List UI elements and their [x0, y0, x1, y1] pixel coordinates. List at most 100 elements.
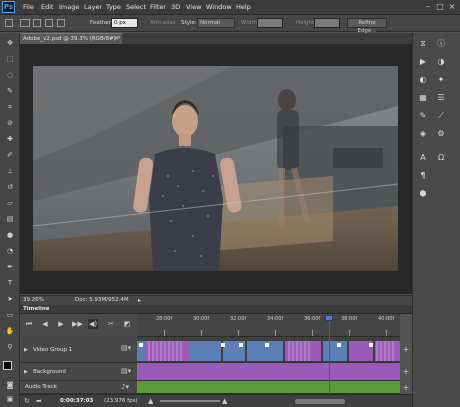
- foreground-color-swatch[interactable]: [3, 361, 12, 370]
- zoom-out-timeline-icon[interactable]: ▲: [148, 397, 153, 405]
- character-panel-icon[interactable]: A: [418, 153, 428, 163]
- go-to-first-frame-icon[interactable]: ⏮: [24, 319, 34, 329]
- close-icon[interactable]: ×: [448, 3, 456, 11]
- menu-edit[interactable]: Edit: [41, 3, 54, 11]
- render-video-icon[interactable]: ➦: [36, 397, 42, 405]
- track-header-video-group[interactable]: ▶ Video Group 1 ▤▾: [20, 337, 137, 363]
- screen-mode-icon[interactable]: ▣: [5, 395, 15, 404]
- convert-timeline-icon[interactable]: ↻: [24, 397, 30, 405]
- actions-panel-icon[interactable]: ▶: [418, 57, 428, 67]
- music-note-icon[interactable]: ♪▾: [121, 383, 129, 391]
- new-selection-icon[interactable]: [20, 19, 30, 27]
- feather-input[interactable]: 0 px: [111, 18, 138, 28]
- timeline-ruler[interactable]: 28:00f 30:00f 32:00f 34:00f 36:00f 38:00…: [137, 314, 400, 337]
- timeline-scrollbar[interactable]: [295, 399, 345, 404]
- zoom-level[interactable]: 39.26%: [23, 297, 44, 303]
- expand-arrow-icon[interactable]: ▶: [24, 369, 28, 375]
- menu-filter[interactable]: Filter: [150, 3, 166, 11]
- audio-toggle-icon[interactable]: ◀): [88, 319, 98, 329]
- 3d-panel-icon[interactable]: ⬢: [418, 189, 428, 199]
- quick-mask-icon[interactable]: ◙: [5, 381, 15, 390]
- transition-icon[interactable]: ◩: [122, 319, 132, 329]
- refine-edge-button[interactable]: Refine Edge...: [347, 18, 387, 34]
- maximize-icon[interactable]: □: [436, 3, 444, 11]
- info-panel-icon[interactable]: ⓘ: [436, 39, 446, 49]
- track-lane-video-group[interactable]: [137, 337, 400, 363]
- track-header-audio[interactable]: Audio Track ♪▾: [20, 381, 137, 394]
- zoom-in-timeline-icon[interactable]: ▲: [222, 397, 227, 405]
- next-frame-icon[interactable]: ▶▶: [72, 319, 83, 329]
- intersect-selection-icon[interactable]: [57, 19, 65, 27]
- styles-panel-icon[interactable]: ✦: [436, 75, 446, 85]
- eraser-tool-icon[interactable]: ▱: [5, 199, 15, 208]
- playhead-handle[interactable]: [325, 315, 333, 321]
- previous-frame-icon[interactable]: ◀: [40, 319, 50, 329]
- channels-panel-icon[interactable]: ☰: [436, 93, 446, 103]
- brush-tool-icon[interactable]: ✐: [5, 151, 15, 160]
- menu-type[interactable]: Type: [106, 3, 121, 11]
- swatches-panel-icon[interactable]: ▦: [418, 93, 428, 103]
- timeline-zoom-slider[interactable]: [160, 400, 220, 402]
- minimize-icon[interactable]: –: [424, 3, 432, 11]
- menu-image[interactable]: Image: [59, 3, 79, 11]
- menu-file[interactable]: File: [23, 3, 34, 11]
- width-input[interactable]: [257, 18, 283, 28]
- antialias-checkbox-label[interactable]: Anti-alias: [150, 20, 176, 26]
- play-icon[interactable]: ▶: [56, 319, 66, 329]
- clone-stamp-tool-icon[interactable]: ⊥: [5, 167, 15, 176]
- add-media-icon[interactable]: +: [401, 367, 411, 376]
- add-selection-icon[interactable]: [33, 19, 41, 27]
- type-tool-icon[interactable]: T: [5, 279, 15, 288]
- add-media-icon[interactable]: +: [401, 345, 411, 354]
- glyphs-panel-icon[interactable]: Ω: [436, 153, 446, 163]
- paragraph-panel-icon[interactable]: ¶: [418, 171, 428, 181]
- dodge-tool-icon[interactable]: ◔: [5, 247, 15, 256]
- expand-arrow-icon[interactable]: ▶: [24, 347, 28, 353]
- menu-layer[interactable]: Layer: [84, 3, 102, 11]
- shape-tool-icon[interactable]: ▭: [5, 311, 15, 320]
- color-panel-icon[interactable]: ◐: [418, 75, 428, 85]
- hand-tool-icon[interactable]: ✋: [5, 327, 15, 336]
- frame-rate: (23.976 fps): [104, 398, 138, 404]
- film-strip-icon[interactable]: ▤▾: [121, 344, 131, 352]
- film-strip-icon[interactable]: ▤▾: [121, 367, 131, 375]
- height-input[interactable]: [314, 18, 340, 28]
- crop-tool-icon[interactable]: ⌗: [5, 103, 15, 112]
- track-lane-audio[interactable]: [137, 381, 400, 394]
- gradient-tool-icon[interactable]: ▤: [5, 215, 15, 224]
- move-tool-icon[interactable]: ✥: [5, 39, 15, 48]
- subtract-selection-icon[interactable]: [45, 19, 53, 27]
- menu-window[interactable]: Window: [206, 3, 232, 11]
- eyedropper-tool-icon[interactable]: ⊘: [5, 119, 15, 128]
- lasso-tool-icon[interactable]: ◌: [5, 71, 15, 80]
- split-clip-icon[interactable]: ✂: [106, 319, 116, 329]
- history-brush-tool-icon[interactable]: ↺: [5, 183, 15, 192]
- add-audio-icon[interactable]: +: [401, 383, 411, 392]
- status-menu-icon[interactable]: ▸: [138, 297, 141, 304]
- track-header-background[interactable]: ▶ Background ▤▾: [20, 363, 137, 381]
- menu-help[interactable]: Help: [236, 3, 251, 11]
- rect-marquee-tool-icon[interactable]: ⬚: [5, 55, 15, 64]
- close-tab-icon[interactable]: ×: [114, 35, 119, 42]
- timeline-title[interactable]: Timeline: [23, 306, 50, 312]
- document-tab[interactable]: Adobe_v2.psd @ 39.3% (RGB/8#) * ×: [20, 33, 122, 44]
- track-lane-background[interactable]: [137, 363, 400, 381]
- marquee-tool-icon[interactable]: [5, 19, 13, 27]
- brush-panel-icon[interactable]: ✎: [418, 111, 428, 121]
- pen-tool-icon[interactable]: ✒: [5, 263, 15, 272]
- adjustments-panel-icon[interactable]: ◑: [436, 57, 446, 67]
- paths-panel-icon[interactable]: ⟋: [436, 111, 446, 121]
- document-image[interactable]: [33, 66, 398, 271]
- layers-panel-icon[interactable]: ◈: [418, 129, 428, 139]
- history-panel-icon[interactable]: ⧖: [418, 39, 428, 49]
- zoom-tool-icon[interactable]: ⚲: [5, 343, 15, 352]
- path-select-tool-icon[interactable]: ➤: [5, 295, 15, 304]
- properties-panel-icon[interactable]: ⚙: [436, 129, 446, 139]
- quick-select-tool-icon[interactable]: ✎: [5, 87, 15, 96]
- blur-tool-icon[interactable]: ●: [5, 231, 15, 240]
- style-select[interactable]: Normal: [197, 18, 235, 28]
- healing-brush-tool-icon[interactable]: ✚: [5, 135, 15, 144]
- menu-view[interactable]: View: [186, 3, 201, 11]
- menu-3d[interactable]: 3D: [171, 3, 180, 11]
- menu-select[interactable]: Select: [126, 3, 146, 11]
